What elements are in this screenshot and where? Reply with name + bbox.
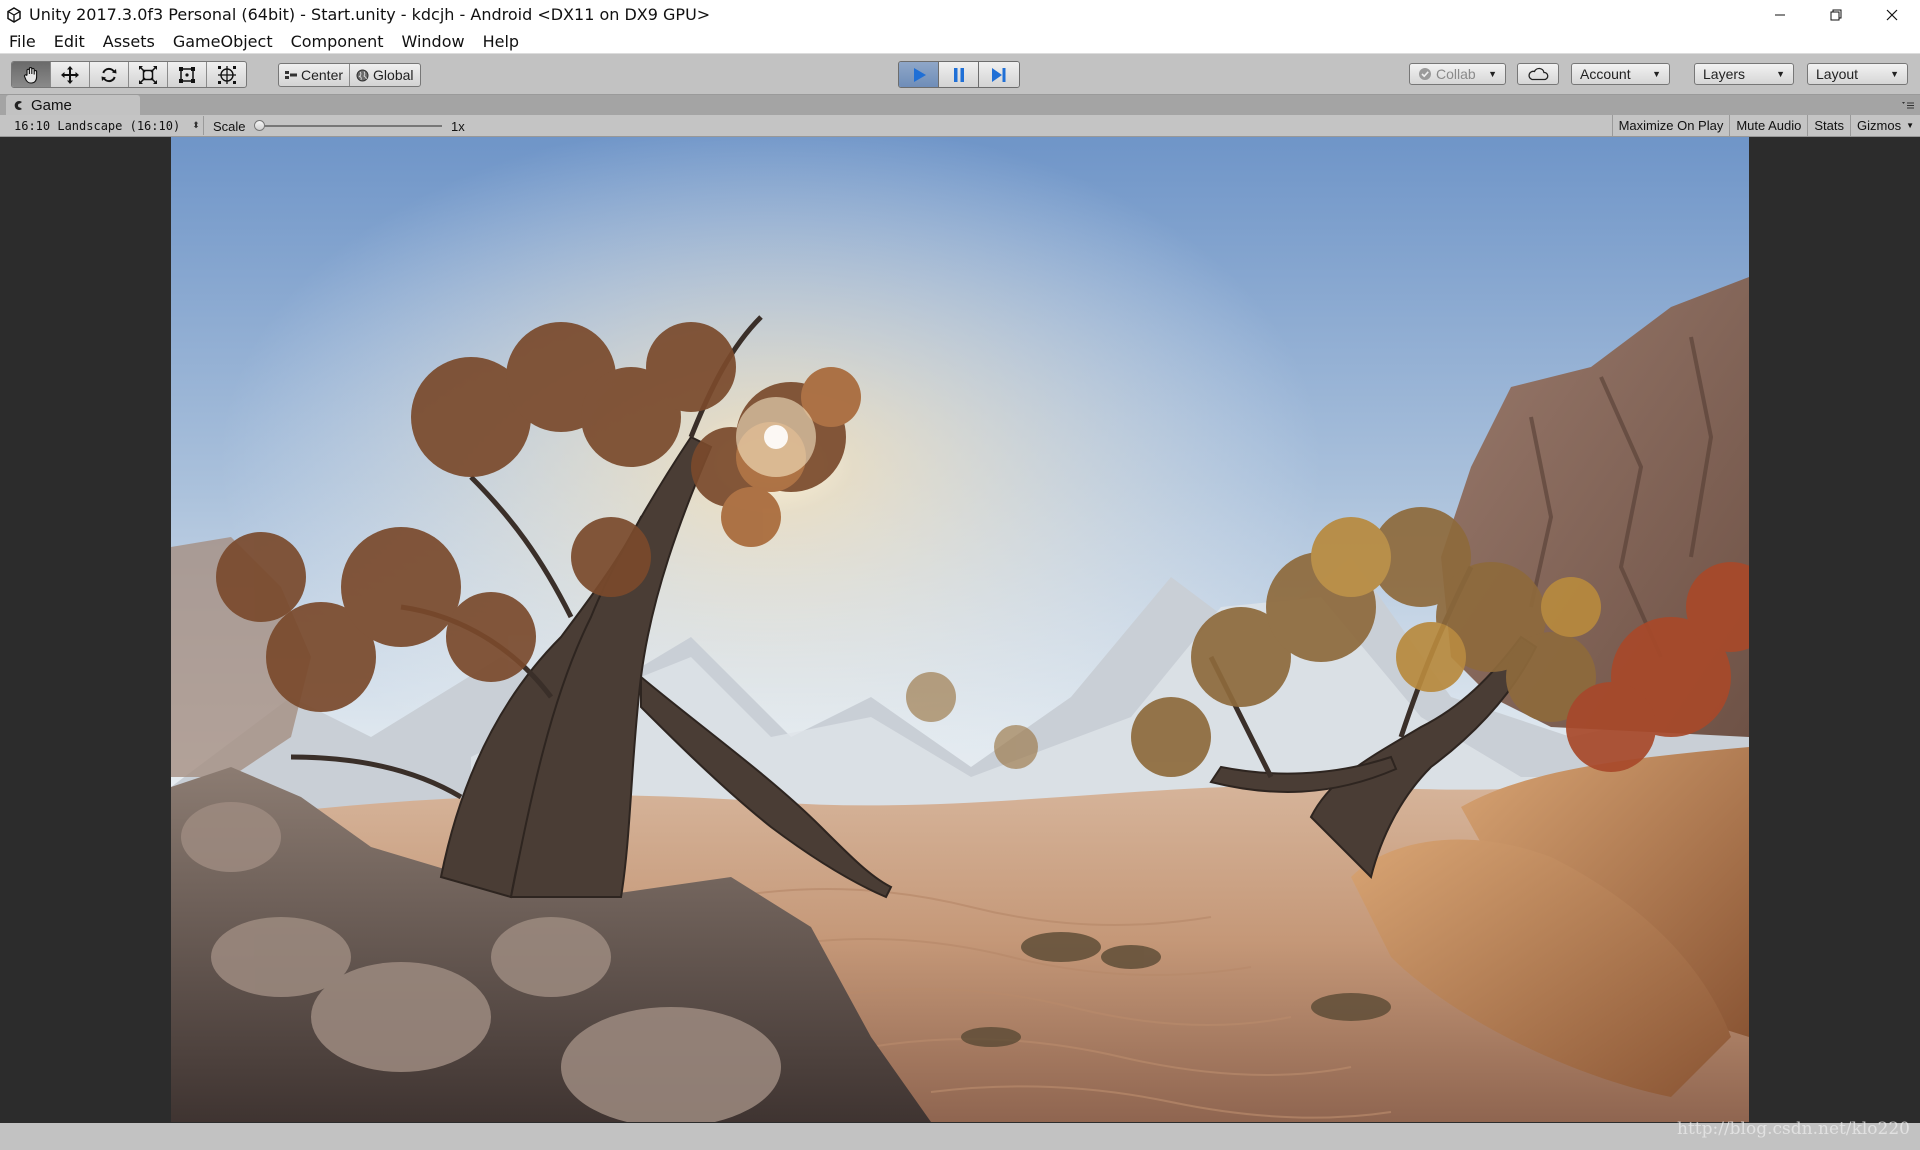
chevron-down-icon: ▼	[1906, 121, 1914, 130]
pause-icon	[953, 67, 964, 82]
rotate-icon	[101, 67, 117, 82]
title-bar: Unity 2017.3.0f3 Personal (64bit) - Star…	[0, 0, 1920, 29]
restore-icon	[1830, 9, 1842, 20]
menu-help[interactable]: Help	[474, 32, 528, 51]
pivot-toggles: Center Global	[278, 63, 421, 87]
scale-slider-track[interactable]	[259, 125, 442, 127]
up-down-arrows-icon: ⬍	[192, 120, 200, 130]
layers-label: Layers	[1703, 66, 1746, 82]
menu-edit[interactable]: Edit	[45, 32, 94, 51]
play-icon	[913, 67, 926, 82]
menu-file[interactable]: File	[0, 32, 45, 51]
tab-game[interactable]: Game	[6, 95, 140, 115]
scale-icon	[139, 65, 157, 84]
transform-icon	[217, 65, 236, 84]
mute-audio-label: Mute Audio	[1736, 118, 1802, 133]
pivot-center-icon	[285, 71, 297, 79]
move-tool-button[interactable]	[51, 62, 90, 87]
restore-button[interactable]	[1808, 0, 1864, 29]
layout-label: Layout	[1816, 66, 1859, 82]
tab-game-label: Game	[31, 96, 72, 114]
chevron-down-icon: ▼	[1890, 69, 1899, 79]
collab-button[interactable]: Collab ▼	[1409, 63, 1506, 85]
menu-bar: File Edit Assets GameObject Component Wi…	[0, 29, 1920, 54]
status-bar	[0, 1123, 1920, 1150]
pause-button[interactable]	[939, 62, 979, 87]
layers-dropdown[interactable]: Layers ▼	[1694, 63, 1794, 85]
playback-controls	[898, 61, 1020, 88]
tab-strip: Game	[0, 95, 1920, 115]
move-icon	[61, 65, 79, 84]
layout-dropdown[interactable]: Layout ▼	[1807, 63, 1908, 85]
aspect-ratio-label: 16:10 Landscape (16:10)	[14, 118, 181, 133]
pivot-rotation-label: Global	[373, 67, 414, 83]
menu-gameobject[interactable]: GameObject	[164, 32, 282, 51]
step-button[interactable]	[979, 62, 1019, 87]
menu-assets[interactable]: Assets	[94, 32, 164, 51]
panel-menu-icon[interactable]	[1902, 100, 1914, 110]
pivot-rotation-button[interactable]: Global	[350, 64, 419, 86]
minimize-icon	[1775, 14, 1785, 15]
watermark: http://blog.csdn.net/klo220	[1677, 1119, 1910, 1139]
step-icon	[992, 67, 1006, 82]
maximize-on-play-toggle[interactable]: Maximize On Play	[1611, 115, 1730, 136]
scale-slider-thumb[interactable]	[254, 120, 265, 131]
rect-tool-button[interactable]	[168, 62, 207, 87]
cloud-icon	[1528, 67, 1549, 81]
stats-label: Stats	[1814, 118, 1845, 133]
window-title: Unity 2017.3.0f3 Personal (64bit) - Star…	[29, 5, 711, 24]
play-button[interactable]	[899, 62, 939, 87]
account-label: Account	[1580, 66, 1631, 82]
checkmark-circle-icon	[1419, 68, 1431, 80]
mute-audio-toggle[interactable]: Mute Audio	[1729, 115, 1807, 136]
rotate-tool-button[interactable]	[90, 62, 129, 87]
close-button[interactable]	[1864, 0, 1920, 29]
cloud-button[interactable]	[1517, 63, 1559, 85]
close-icon	[1886, 9, 1898, 20]
scale-label: Scale	[213, 119, 246, 134]
scale-value: 1x	[451, 119, 465, 134]
unity-logo-icon	[7, 6, 21, 23]
menu-window[interactable]: Window	[392, 32, 473, 51]
maximize-on-play-label: Maximize On Play	[1618, 118, 1724, 133]
game-viewport[interactable]	[171, 137, 1749, 1122]
game-view-options: Maximize On Play Mute Audio Stats Gizmos…	[1611, 115, 1920, 136]
chevron-down-icon: ▼	[1652, 69, 1661, 79]
transform-tools	[11, 61, 247, 88]
aspect-ratio-dropdown[interactable]: 16:10 Landscape (16:10) ⬍	[8, 116, 204, 135]
hand-icon	[23, 66, 38, 84]
collab-label: Collab	[1436, 66, 1476, 82]
game-controller-icon	[14, 100, 22, 110]
stats-toggle[interactable]: Stats	[1807, 115, 1850, 136]
rect-transform-icon	[179, 66, 195, 83]
main-toolbar: Center Global Collab ▼ Account ▼ Layers …	[0, 54, 1920, 95]
transform-tool-button[interactable]	[207, 62, 246, 87]
scale-tool-button[interactable]	[129, 62, 168, 87]
chevron-down-icon: ▼	[1488, 69, 1497, 79]
globe-icon	[356, 69, 369, 81]
minimize-button[interactable]	[1752, 0, 1808, 29]
desert-scene-render	[171, 137, 1749, 1122]
gizmos-label: Gizmos	[1857, 118, 1902, 133]
gizmos-dropdown[interactable]: Gizmos ▼	[1850, 115, 1920, 136]
menu-component[interactable]: Component	[282, 32, 393, 51]
hand-tool-button[interactable]	[12, 62, 51, 87]
pivot-mode-label: Center	[301, 67, 344, 83]
chevron-down-icon: ▼	[1776, 69, 1785, 79]
pivot-mode-button[interactable]: Center	[279, 64, 351, 86]
game-view-toolbar: 16:10 Landscape (16:10) ⬍ Scale 1x Maxim…	[0, 115, 1920, 137]
account-dropdown[interactable]: Account ▼	[1571, 63, 1670, 85]
